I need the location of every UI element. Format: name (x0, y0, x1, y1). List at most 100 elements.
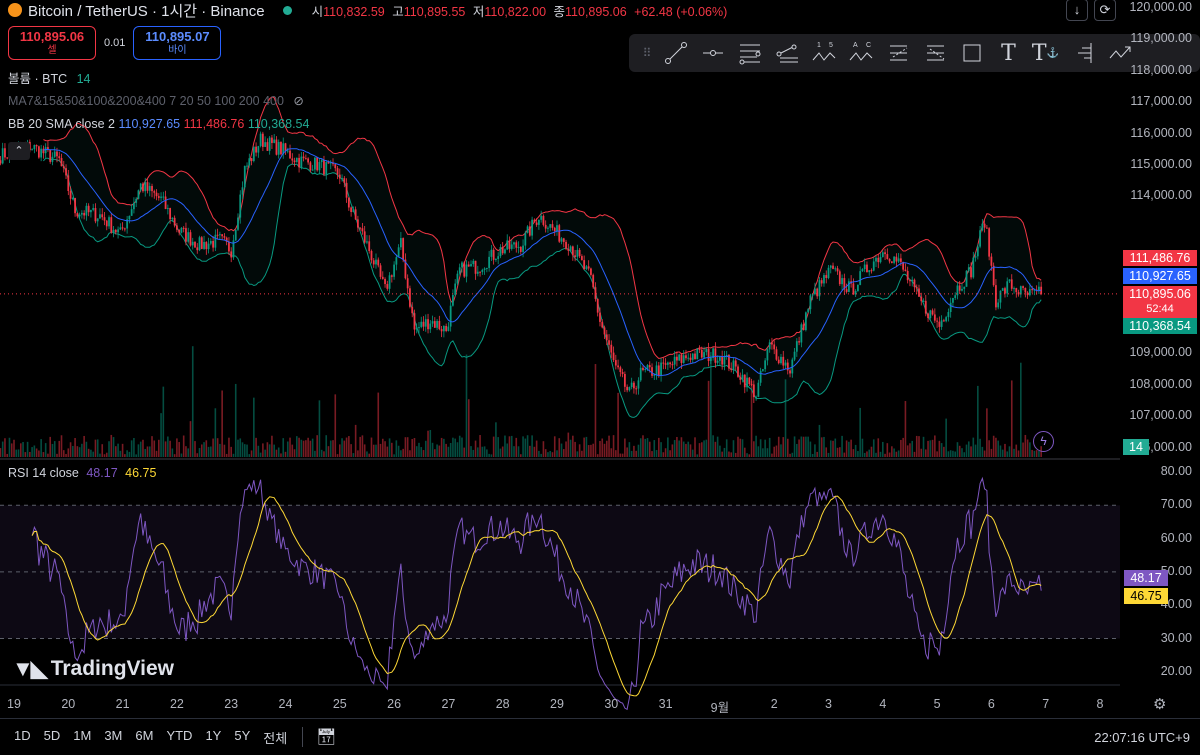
horizontal-ray-tool-icon[interactable] (694, 38, 731, 68)
volume-bar (447, 446, 450, 457)
buy-button[interactable]: 110,895.07 바이 (133, 26, 222, 60)
refresh-icon[interactable]: ⟳ (1094, 0, 1116, 21)
volume-bar (438, 445, 441, 457)
volume-bar (22, 442, 24, 457)
volume-bar (1006, 451, 1009, 457)
candle (906, 270, 909, 281)
range-button[interactable]: 1Y (205, 728, 221, 747)
volume-bar (551, 452, 554, 457)
range-button[interactable]: 전체 (263, 728, 287, 747)
candle (804, 312, 807, 331)
volume-bar (137, 444, 140, 457)
symbol-title[interactable]: Bitcoin / TetherUS · 1시간 · Binance (28, 0, 265, 21)
time-tick-label: 30 (604, 697, 619, 711)
candle (1028, 289, 1031, 296)
range-button[interactable]: 3M (104, 728, 122, 747)
volume-bar (180, 453, 183, 457)
volume-bar (520, 454, 522, 457)
volume-bar (777, 436, 780, 457)
symbol-header: Bitcoin / TetherUS · 1시간 · Binance 시110,… (8, 0, 727, 20)
volume-bar (343, 440, 346, 457)
text-tool-icon[interactable]: T (990, 38, 1027, 68)
volume-bar (232, 453, 235, 457)
candle (544, 224, 547, 229)
candle (954, 295, 957, 298)
volume-bar (753, 441, 755, 457)
trend-line-tool-icon[interactable] (657, 38, 694, 68)
tradingview-logo[interactable]: ▼◣ TradingView (12, 656, 174, 682)
elliott-wave-tool-icon[interactable]: 15 (805, 38, 842, 68)
anchored-text-tool-icon[interactable]: T ⚓ (1027, 38, 1064, 68)
volume-bar (368, 453, 371, 457)
download-arrow-icon[interactable]: ↓ (1066, 0, 1088, 21)
volume-profile-tool-icon[interactable] (1064, 38, 1101, 68)
volume-bar (535, 440, 538, 457)
candle (970, 267, 972, 278)
candle (377, 259, 380, 266)
volume-bar (653, 440, 656, 457)
go-to-date-icon[interactable]: 📅︎ (316, 727, 336, 747)
candle (198, 237, 201, 251)
volume-bar (196, 453, 199, 457)
rsi-legend[interactable]: RSI 14 close 48.17 46.75 (8, 466, 156, 480)
volume-bar (230, 446, 232, 457)
volume-bar (961, 448, 963, 457)
candle (409, 288, 411, 307)
candle (71, 198, 74, 200)
sell-button[interactable]: 110,895.06 셀 (8, 26, 96, 60)
volume-bar (309, 440, 312, 457)
candle (612, 352, 615, 361)
range-button[interactable]: 6M (135, 728, 153, 747)
candle (420, 321, 423, 328)
fib-channel-tool-icon[interactable] (879, 38, 916, 68)
volume-bar (169, 440, 171, 457)
volume-bar (160, 413, 162, 457)
volume-bar (569, 439, 572, 457)
pitchfork-tool-icon[interactable] (916, 38, 953, 68)
candle (454, 283, 457, 295)
range-button[interactable]: 1D (14, 728, 31, 747)
parallel-channel-tool-icon[interactable] (731, 38, 768, 68)
candle (65, 168, 67, 176)
fib-retracement-tool-icon[interactable] (768, 38, 805, 68)
bb-legend[interactable]: BB 20 SMA close 2 110,927.65 111,486.76 … (8, 117, 309, 131)
lightning-icon[interactable]: ϟ (1033, 431, 1054, 452)
candle (49, 150, 52, 162)
volume-legend[interactable]: 볼륨 · BTC 14 (8, 68, 91, 87)
volume-bar (877, 438, 880, 457)
candle (834, 268, 837, 270)
drag-handle-icon[interactable]: ⠿ (637, 38, 657, 68)
candle (92, 208, 95, 210)
range-button[interactable]: 1M (73, 728, 91, 747)
ma-legend[interactable]: MA7&15&50&100&200&400 7 20 50 100 200 40… (8, 93, 304, 108)
volume-bar (146, 446, 149, 457)
volume-bar (307, 437, 309, 457)
pane-separator[interactable] (0, 458, 1120, 460)
volume-bar (62, 450, 65, 457)
volume-bar (300, 439, 303, 457)
gear-icon[interactable]: ⚙ (1153, 695, 1166, 713)
volume-bar (142, 439, 144, 457)
candle (732, 360, 735, 370)
candle (153, 191, 156, 193)
range-button[interactable]: 5D (44, 728, 61, 747)
candle (947, 312, 950, 318)
candle (271, 137, 273, 143)
price-tick-label: 116,000.00 (1130, 125, 1192, 140)
candle (847, 281, 850, 292)
candle (327, 162, 330, 164)
volume-bar (454, 438, 456, 457)
range-button[interactable]: 5Y (234, 728, 250, 747)
candle (483, 268, 486, 270)
candle (911, 279, 914, 281)
range-button[interactable]: YTD (166, 728, 192, 747)
abcd-pattern-tool-icon[interactable]: AC (842, 38, 879, 68)
candle (246, 165, 248, 167)
rectangle-tool-icon[interactable] (953, 38, 990, 68)
candle (298, 157, 300, 168)
hidden-eye-icon[interactable]: ⊘ (293, 94, 303, 108)
volume-bar (497, 437, 499, 457)
collapse-legend-button[interactable]: ⌃ (8, 142, 30, 160)
candle (261, 133, 264, 147)
candle (897, 258, 900, 262)
